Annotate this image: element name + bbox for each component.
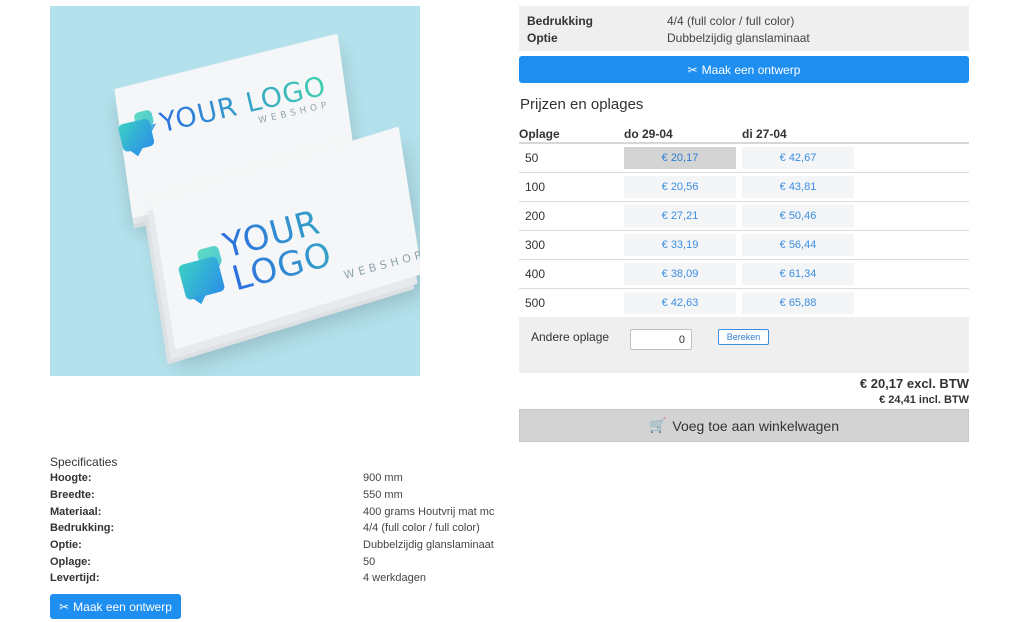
spec-label: Levertijd: — [50, 572, 100, 585]
table-row: 400 € 38,09 € 61,34 — [519, 260, 969, 289]
spec-value: Dubbelzijdig glanslaminaat — [363, 539, 494, 552]
price-cell[interactable]: € 50,46 — [742, 205, 854, 227]
spec-value: 550 mm — [363, 489, 403, 502]
scissors-icon: ✂ — [687, 62, 698, 77]
options-summary: Bedrukking 4/4 (full color / full color)… — [519, 6, 969, 51]
price-cell[interactable]: € 56,44 — [742, 234, 854, 256]
quantity-cell: 500 — [525, 296, 546, 310]
spec-label: Optie: — [50, 539, 82, 552]
price-cell[interactable]: € 65,88 — [742, 292, 854, 314]
spec-label: Bedrukking: — [50, 522, 115, 535]
other-quantity-input[interactable] — [630, 329, 692, 350]
price-cell[interactable]: € 42,63 — [624, 292, 736, 314]
price-cell[interactable]: € 20,56 — [624, 176, 736, 198]
add-to-cart-button[interactable]: 🛒 Voeg toe aan winkelwagen — [519, 409, 969, 442]
spec-row: Bedrukking: 4/4 (full color / full color… — [50, 520, 494, 537]
spec-label: Hoogte: — [50, 472, 92, 485]
spec-value: 4/4 (full color / full color) — [363, 522, 480, 535]
spec-label: Breedte: — [50, 489, 95, 502]
option-value: 4/4 (full color / full color) — [667, 13, 795, 28]
spec-row: Hoogte: 900 mm — [50, 470, 494, 487]
price-cell-selected[interactable]: € 20,17 — [624, 147, 736, 169]
header-date-1: do 29-04 — [624, 126, 673, 141]
option-row: Bedrukking 4/4 (full color / full color) — [527, 12, 961, 29]
table-row: 100 € 20,56 € 43,81 — [519, 173, 969, 202]
cart-icon: 🛒 — [648, 417, 667, 433]
price-cell[interactable]: € 38,09 — [624, 263, 736, 285]
header-date-2: di 27-04 — [742, 126, 787, 141]
price-cell[interactable]: € 43,81 — [742, 176, 854, 198]
add-to-cart-label: Voeg toe aan winkelwagen — [672, 417, 839, 434]
table-row: 500 € 42,63 € 65,88 — [519, 289, 969, 318]
calculate-button[interactable]: Bereken — [718, 329, 769, 345]
specifications-list: Hoogte: 900 mm Breedte: 550 mm Materiaal… — [50, 470, 494, 587]
price-table-header: Oplage do 29-04 di 27-04 — [519, 125, 969, 144]
price-cell[interactable]: € 61,34 — [742, 263, 854, 285]
design-button-bottom[interactable]: ✂ Maak een ontwerp — [50, 594, 181, 619]
quantity-cell: 50 — [525, 151, 539, 165]
table-row: 300 € 33,19 € 56,44 — [519, 231, 969, 260]
option-label: Optie — [527, 30, 558, 45]
spec-row: Oplage: 50 — [50, 553, 494, 570]
quantity-cell: 100 — [525, 180, 546, 194]
price-cell[interactable]: € 42,67 — [742, 147, 854, 169]
spec-label: Materiaal: — [50, 505, 102, 518]
logo-bubbles — [117, 109, 156, 153]
spec-row: Materiaal: 400 grams Houtvrij mat mc — [50, 503, 494, 520]
table-row: 50 € 20,17 € 42,67 — [519, 144, 969, 173]
specifications-title: Specificaties — [50, 455, 118, 469]
quantity-cell: 300 — [525, 238, 546, 252]
total-excl-vat: € 20,17 excl. BTW — [859, 376, 969, 391]
spec-value: 400 grams Houtvrij mat mc — [363, 505, 495, 518]
price-cell[interactable]: € 33,19 — [624, 234, 736, 256]
design-button-label: Maak een ontwerp — [701, 62, 801, 77]
other-quantity-panel: Andere oplage Bereken — [519, 317, 969, 373]
spec-row: Breedte: 550 mm — [50, 487, 494, 504]
product-image: YOUR LOGO WEBSHOP YOUR LOGO WEBSHOP — [50, 6, 420, 376]
quantity-cell: 400 — [525, 267, 546, 281]
quantity-cell: 200 — [525, 209, 546, 223]
speech-bubble-icon — [117, 117, 156, 153]
option-row: Optie Dubbelzijdig glanslaminaat — [527, 29, 961, 46]
total-incl-vat: € 24,41 incl. BTW — [879, 394, 969, 406]
design-button[interactable]: ✂ Maak een ontwerp — [519, 56, 969, 83]
scissors-icon: ✂ — [59, 599, 70, 614]
spec-row: Optie: Dubbelzijdig glanslaminaat — [50, 537, 494, 554]
logo-bubbles — [177, 244, 226, 301]
spec-row: Levertijd: 4 werkdagen — [50, 570, 494, 587]
prices-title: Prijzen en oplages — [520, 96, 644, 113]
price-table: Oplage do 29-04 di 27-04 50 € 20,17 € 42… — [519, 125, 969, 318]
spec-value: 4 werkdagen — [363, 572, 426, 585]
price-cell[interactable]: € 27,21 — [624, 205, 736, 227]
option-label: Bedrukking — [527, 13, 594, 28]
spec-value: 900 mm — [363, 472, 403, 485]
option-value: Dubbelzijdig glanslaminaat — [667, 30, 810, 45]
spec-label: Oplage: — [50, 555, 91, 568]
other-quantity-label: Andere oplage — [531, 330, 610, 344]
header-quantity: Oplage — [519, 126, 560, 141]
table-row: 200 € 27,21 € 50,46 — [519, 202, 969, 231]
spec-value: 50 — [363, 555, 376, 568]
design-button-label: Maak een ontwerp — [73, 599, 172, 614]
